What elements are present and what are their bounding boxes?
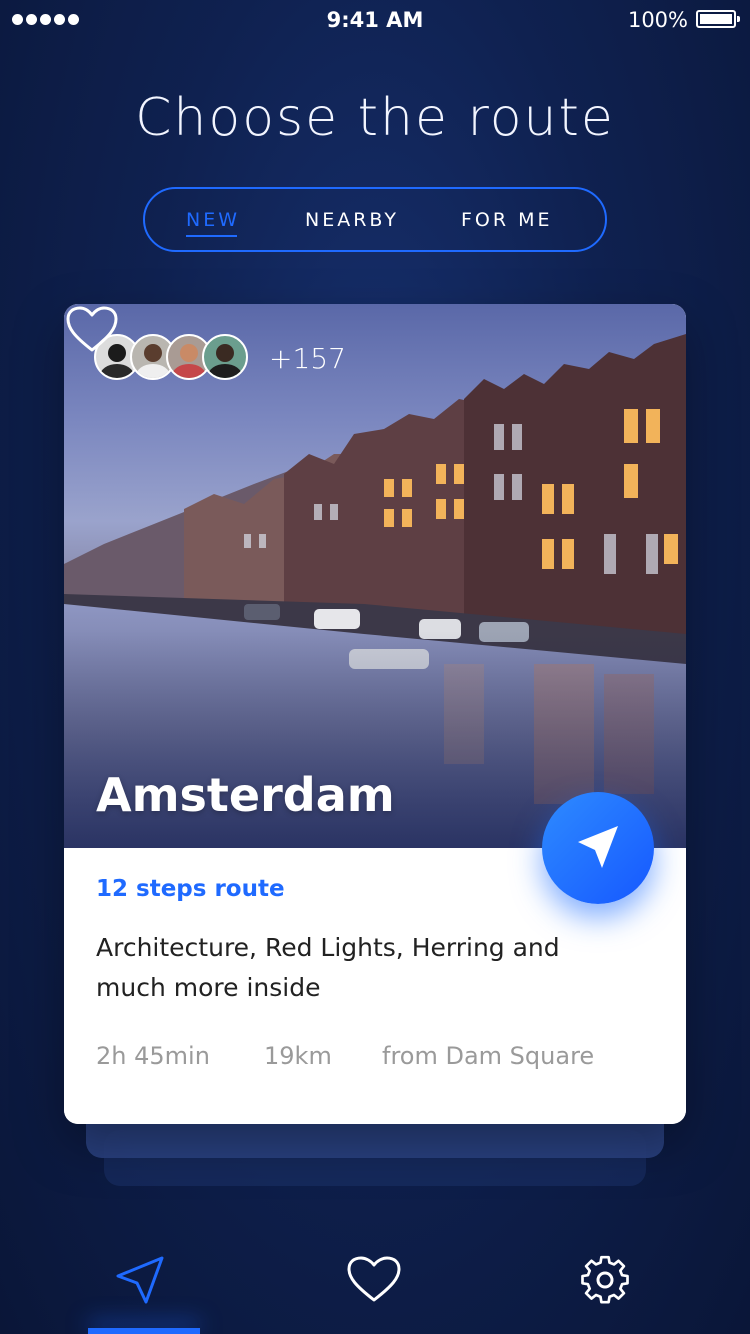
status-bar: 9:41 AM 100% [0,0,750,40]
visitor-count: +157 [269,342,346,375]
nav-settings-gear-icon[interactable] [575,1252,635,1308]
nav-routes-icon[interactable] [110,1252,170,1308]
route-description: Architecture, Red Lights, Herring and mu… [96,933,560,1002]
city-photo: +157 Amsterdam [64,304,686,848]
start-route-button[interactable] [542,792,654,904]
route-distance: 19km [264,1042,332,1070]
nav-favorites-icon[interactable] [344,1252,404,1308]
battery-icon [696,10,740,28]
page-title: Choose the route [135,88,615,148]
active-tab-indicator [88,1328,200,1334]
canal-houses-illustration [64,304,686,848]
heart-outline-icon[interactable] [64,304,120,354]
route-start: from Dam Square [382,1042,595,1070]
route-duration: 2h 45min [96,1042,210,1070]
bottom-nav [0,1230,750,1334]
tab-for-me[interactable]: FOR ME [461,209,553,231]
tab-nearby[interactable]: NEARBY [305,209,399,231]
tab-new[interactable]: NEW [186,209,240,237]
navigation-arrow-icon [578,826,618,868]
city-name: Amsterdam [96,768,395,822]
route-card[interactable]: +157 Amsterdam 12 steps route Architectu… [64,304,686,1124]
route-filter-tabs: NEW NEARBY FOR ME [143,187,607,252]
route-steps: 12 steps route [96,876,285,902]
battery-percent: 100% [627,8,688,32]
avatar [202,334,248,380]
